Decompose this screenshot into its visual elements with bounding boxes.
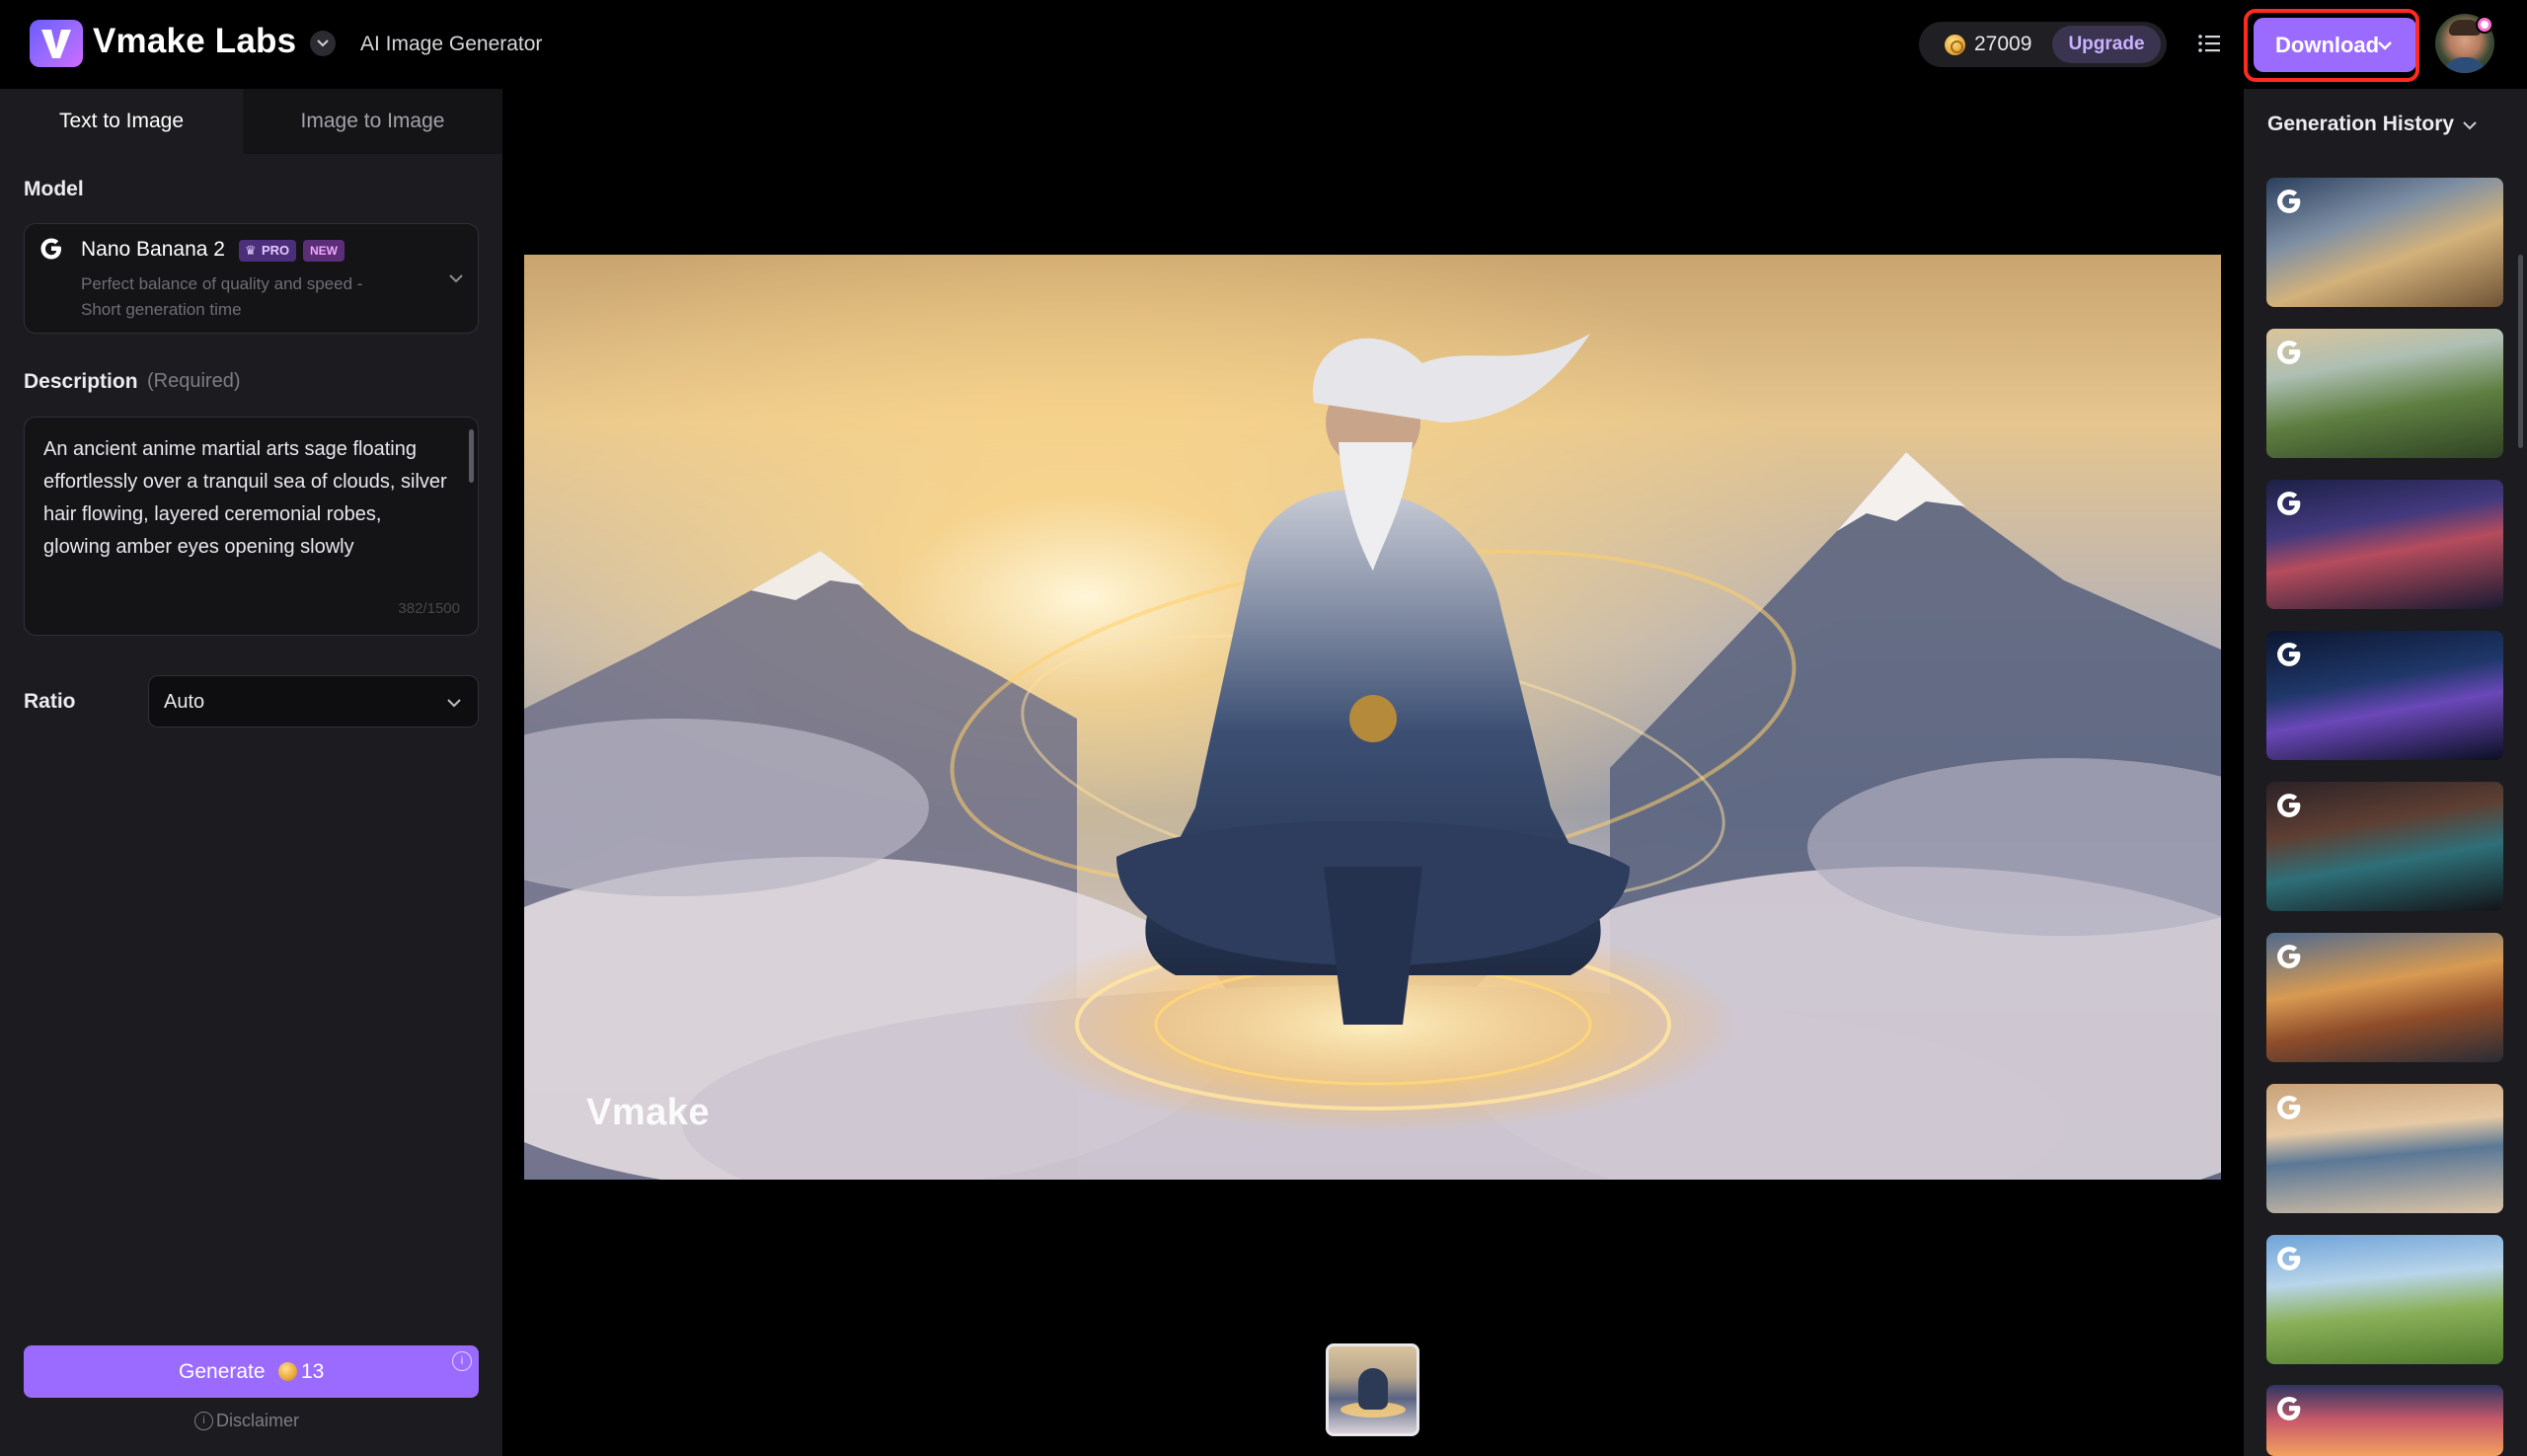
app-subtitle: AI Image Generator (360, 33, 543, 55)
generate-button[interactable]: Generate 13 i (24, 1345, 479, 1398)
tab-text-to-image[interactable]: Text to Image (0, 89, 243, 154)
google-g-icon (2277, 341, 2301, 364)
model-name: Nano Banana 2 (81, 238, 225, 261)
history-item[interactable] (2266, 1385, 2503, 1456)
vmake-watermark: Vmake (586, 1092, 711, 1133)
required-label: (Required) (147, 370, 241, 392)
character-counter: 382/1500 (398, 600, 460, 617)
chevron-down-icon (449, 274, 463, 283)
vmake-logo-icon[interactable] (30, 20, 83, 67)
selected-result-thumbnail[interactable] (1326, 1343, 1419, 1436)
generation-history-title[interactable]: Generation History (2267, 113, 2454, 136)
history-item[interactable] (2266, 631, 2503, 760)
google-g-icon (2277, 492, 2301, 515)
description-scrollbar[interactable] (469, 429, 474, 483)
google-g-icon (2277, 1096, 2301, 1119)
coin-icon (1945, 35, 1965, 55)
info-icon[interactable]: i (452, 1351, 472, 1371)
top-bar: Vmake Labs AI Image Generator 27009 Upgr… (0, 0, 2527, 89)
google-g-icon (40, 238, 61, 260)
chevron-down-icon (447, 699, 461, 708)
notification-badge-icon (2476, 16, 2493, 34)
ratio-value: Auto (164, 691, 205, 713)
google-g-icon (2277, 945, 2301, 968)
ratio-select[interactable]: Auto (148, 675, 479, 728)
generate-label: Generate (179, 1360, 266, 1383)
ratio-label: Ratio (24, 690, 76, 713)
description-textarea[interactable]: An ancient anime martial arts sage float… (24, 417, 479, 636)
sage-illustration (524, 255, 2221, 1180)
generated-image-preview[interactable]: Vmake (524, 255, 2221, 1180)
model-section-label: Model (24, 178, 84, 200)
google-g-icon (2277, 794, 2301, 817)
description-text: An ancient anime martial arts sage float… (43, 438, 447, 558)
credits-count: 27009 (1974, 33, 2032, 55)
pro-badge: ♛ PRO (239, 240, 296, 262)
generation-settings-panel: Text to Image Image to Image Model Nano … (0, 89, 502, 1456)
google-g-icon (2277, 1397, 2301, 1420)
google-g-icon (2277, 190, 2301, 213)
history-item[interactable] (2266, 178, 2503, 307)
history-item[interactable] (2266, 1235, 2503, 1364)
crown-icon: ♛ (245, 243, 257, 258)
google-g-icon (2277, 1247, 2301, 1270)
history-item[interactable] (2266, 933, 2503, 1062)
new-badge: NEW (303, 240, 345, 262)
tab-image-to-image[interactable]: Image to Image (243, 89, 502, 154)
upgrade-button[interactable]: Upgrade (2052, 26, 2161, 63)
info-icon: i (194, 1412, 213, 1430)
description-section-label: Description (24, 370, 138, 393)
history-item[interactable] (2266, 480, 2503, 609)
model-description: Perfect balance of quality and speed - S… (81, 274, 363, 319)
history-item[interactable] (2266, 1084, 2503, 1213)
disclaimer-label: Disclaimer (216, 1411, 300, 1430)
history-scrollbar[interactable] (2518, 255, 2523, 448)
download-highlight-outline (2244, 9, 2419, 82)
credits-pill: 27009 Upgrade (1919, 22, 2167, 67)
history-item[interactable] (2266, 782, 2503, 911)
generate-cost: 13 (301, 1360, 325, 1383)
chevron-down-icon[interactable] (2461, 118, 2479, 132)
history-item[interactable] (2266, 329, 2503, 458)
task-list-icon[interactable] (2197, 33, 2221, 54)
generation-history-panel: Generation History (2244, 89, 2527, 1456)
brand-menu-chevron-icon[interactable] (310, 31, 336, 56)
brand-name[interactable]: Vmake Labs (93, 22, 296, 61)
google-g-icon (2277, 643, 2301, 666)
model-selector[interactable]: Nano Banana 2 ♛ PRO NEW Perfect balance … (24, 223, 479, 334)
coin-icon (278, 1362, 297, 1381)
